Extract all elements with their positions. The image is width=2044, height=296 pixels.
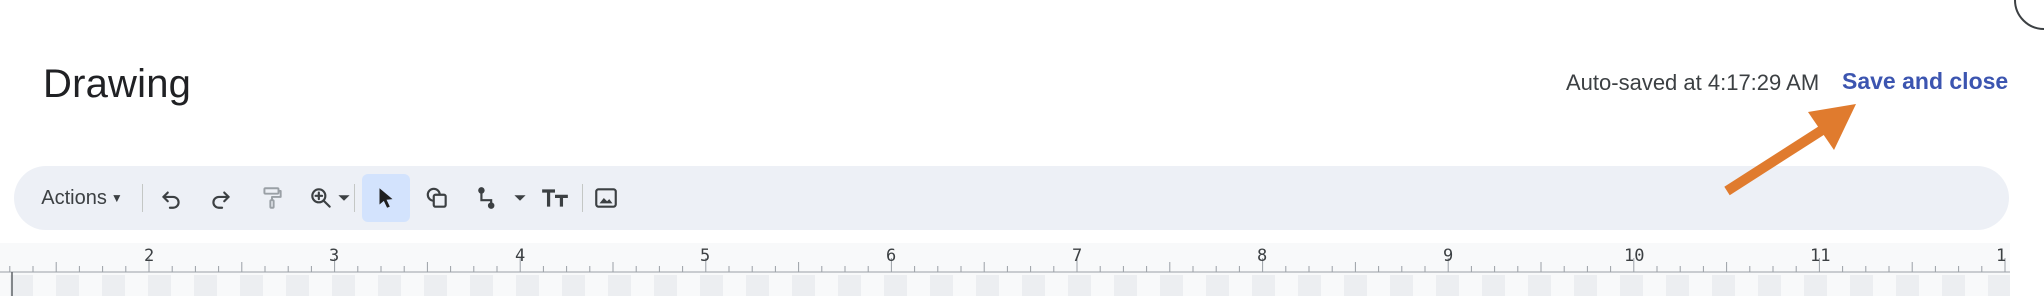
undo-button[interactable] (150, 166, 192, 230)
dialog-title: Drawing (43, 62, 192, 106)
ruler-label: 3 (329, 246, 340, 266)
ruler-stripe (1390, 275, 1413, 296)
text-box-icon (542, 189, 568, 207)
ruler-label: 4 (515, 246, 526, 266)
ruler-stripe (1022, 275, 1045, 296)
text-box-button[interactable] (534, 166, 576, 230)
toolbar-divider (354, 184, 355, 212)
ruler-stripe (1252, 275, 1275, 296)
redo-icon (212, 191, 230, 209)
toolbar-divider (582, 184, 583, 212)
undo-icon (162, 191, 180, 209)
image-icon (595, 188, 617, 208)
toolbar-divider (142, 184, 143, 212)
redo-button[interactable] (200, 166, 242, 230)
image-button[interactable] (585, 166, 627, 230)
select-icon (379, 188, 393, 208)
ruler-stripe (562, 275, 585, 296)
shape-icon (426, 187, 447, 208)
ruler-stripe (700, 275, 723, 296)
ruler-label: 6 (886, 246, 897, 266)
zoom-icon (311, 188, 331, 208)
ruler-label: 7 (1072, 246, 1083, 266)
line-dropdown[interactable] (510, 166, 530, 230)
line-tool-button[interactable] (468, 166, 510, 230)
ruler-label: 1 (1996, 246, 2007, 266)
ruler-label: 2 (144, 246, 155, 266)
ruler-stripe (746, 275, 769, 296)
autosave-status: Auto-saved at 4:17:29 AM (1566, 70, 1820, 95)
dialog-corner (2014, 0, 2044, 30)
actions-label: Actions (41, 186, 107, 209)
paint-format-icon (263, 187, 282, 209)
ruler-stripe (56, 275, 79, 296)
caret-down-icon: ▼ (110, 191, 123, 205)
caret-down-icon (514, 195, 526, 201)
select-tool-button[interactable] (362, 174, 410, 222)
ruler-stripe (1344, 275, 1367, 296)
zoom-dropdown[interactable] (334, 166, 354, 230)
actions-menu-button[interactable]: Actions ▼ (32, 166, 132, 230)
horizontal-ruler: 2 3 4 5 6 7 8 9 10 11 1 (0, 243, 2010, 296)
ruler-stripe (1068, 275, 1091, 296)
ruler-stripe (1620, 275, 1643, 296)
ruler-stripe (976, 275, 999, 296)
ruler-stripe (1160, 275, 1183, 296)
shape-tool-button[interactable] (416, 166, 458, 230)
ruler-stripe (378, 275, 401, 296)
ruler-stripe (1758, 275, 1781, 296)
ruler-stripe (654, 275, 677, 296)
paint-format-button[interactable] (251, 166, 293, 230)
ruler-stripe (194, 275, 217, 296)
ruler-stripe (1850, 275, 1873, 296)
ruler-stripe (286, 275, 309, 296)
ruler-stripe (424, 275, 447, 296)
ruler-stripe (1528, 275, 1551, 296)
drawing-toolbar: Actions ▼ (14, 166, 2009, 230)
ruler-stripe (240, 275, 263, 296)
ruler-label: 5 (700, 246, 711, 266)
line-icon (478, 187, 495, 209)
ruler-stripe (1298, 275, 1321, 296)
ruler-label: 9 (1443, 246, 1454, 266)
ruler-stripe (1942, 275, 1965, 296)
ruler-stripe (1436, 275, 1459, 296)
ruler-stripe (470, 275, 493, 296)
ruler-stripe (102, 275, 125, 296)
ruler-label: 8 (1257, 246, 1268, 266)
ruler-stripe (516, 275, 539, 296)
ruler-stripe (838, 275, 861, 296)
ruler-label: 10 (1624, 246, 1645, 266)
ruler-stripe (1482, 275, 1505, 296)
ruler-stripe (148, 275, 171, 296)
ruler-stripe (1666, 275, 1689, 296)
drawing-dialog: Drawing Auto-saved at 4:17:29 AM Save an… (0, 0, 2044, 296)
ruler-stripe (332, 275, 355, 296)
ruler-label: 11 (1810, 246, 1831, 266)
ruler-stripe (608, 275, 631, 296)
ruler-stripe (1988, 275, 2010, 296)
caret-down-icon (338, 195, 350, 201)
ruler-stripe (792, 275, 815, 296)
save-and-close-button[interactable]: Save and close (1842, 68, 2008, 95)
ruler-stripe (1804, 275, 1827, 296)
ruler-stripe (1712, 275, 1735, 296)
ruler-ticks (0, 258, 2010, 296)
ruler-stripe (10, 275, 33, 296)
ruler-stripe (884, 275, 907, 296)
ruler-stripe (1206, 275, 1229, 296)
ruler-stripe (1574, 275, 1597, 296)
ruler-stripe (930, 275, 953, 296)
ruler-stripe (1896, 275, 1919, 296)
ruler-stripe (1114, 275, 1137, 296)
